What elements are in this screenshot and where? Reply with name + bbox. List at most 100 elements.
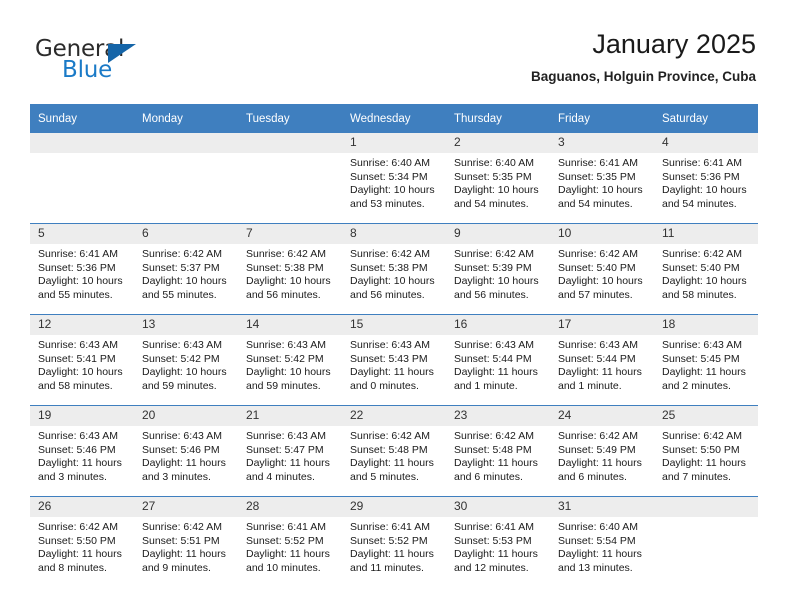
day-daylight-line-text: Daylight: 11 hours bbox=[662, 366, 746, 379]
calendar-day-cell[interactable]: 6 Sunrise: 6:42 AM Sunset: 5:37 PM Daylight… bbox=[134, 223, 238, 315]
day-sunset-text: Sunset: 5:45 PM bbox=[662, 352, 740, 365]
day-daylight-line-text: Daylight: 11 hours bbox=[350, 548, 434, 561]
day-sunset-text: Sunset: 5:46 PM bbox=[38, 443, 116, 456]
calendar-day-cell[interactable]: 20 Sunrise: 6:43 AM Sunset: 5:46 PM Dayligh… bbox=[134, 405, 238, 497]
day-daylight-line-text: Daylight: 10 hours bbox=[558, 275, 643, 288]
day-sunrise-text: Sunrise: 6:42 AM bbox=[350, 248, 430, 260]
day-sunrise-text: Sunrise: 6:43 AM bbox=[38, 339, 118, 351]
day-details: Sunrise: 6:42 AM Sunset: 5:49 PM Daylight:… bbox=[550, 426, 654, 484]
day-details: Sunrise: 6:41 AM Sunset: 5:52 PM Daylight:… bbox=[342, 517, 446, 575]
calendar-day-cell[interactable]: 7 Sunrise: 6:42 AM Sunset: 5:38 PM Daylight… bbox=[238, 223, 342, 315]
calendar-day-cell[interactable]: 2 Sunrise: 6:40 AM Sunset: 5:35 PM Daylight… bbox=[446, 133, 550, 224]
calendar-day-cell[interactable]: 29 Sunrise: 6:41 AM Sunset: 5:52 PM Dayligh… bbox=[342, 496, 446, 587]
calendar-day-cell[interactable]: 28 Sunrise: 6:41 AM Sunset: 5:52 PM Dayligh… bbox=[238, 496, 342, 587]
weekday-header-thursday: Thursday bbox=[446, 104, 550, 133]
calendar-day-cell[interactable]: 26 Sunrise: 6:42 AM Sunset: 5:50 PM Dayligh… bbox=[30, 496, 134, 587]
day-daylight-line-text: Daylight: 10 hours bbox=[38, 366, 123, 379]
day-daylight-line-text: Daylight: 11 hours bbox=[246, 548, 330, 561]
calendar-day-cell[interactable]: 23 Sunrise: 6:42 AM Sunset: 5:48 PM Dayligh… bbox=[446, 405, 550, 497]
day-daylight-line-text: Daylight: 11 hours bbox=[38, 457, 122, 470]
calendar-day-cell[interactable]: 30 Sunrise: 6:41 AM Sunset: 5:53 PM Dayligh… bbox=[446, 496, 550, 587]
calendar-day-cell[interactable]: 22 Sunrise: 6:42 AM Sunset: 5:48 PM Dayligh… bbox=[342, 405, 446, 497]
day-number bbox=[238, 133, 342, 153]
day-sunrise-text: Sunrise: 6:42 AM bbox=[142, 521, 222, 533]
day-daylight-line-text: Daylight: 11 hours bbox=[558, 366, 642, 379]
calendar-day-cell[interactable]: 3 Sunrise: 6:41 AM Sunset: 5:35 PM Daylight… bbox=[550, 133, 654, 224]
day-daylight-line-text: and 13 minutes. bbox=[558, 561, 633, 574]
day-daylight-line-text: Daylight: 11 hours bbox=[454, 457, 538, 470]
calendar-day-cell[interactable]: 10 Sunrise: 6:42 AM Sunset: 5:40 PM Dayligh… bbox=[550, 223, 654, 315]
calendar-day-cell[interactable]: 19 Sunrise: 6:43 AM Sunset: 5:46 PM Dayligh… bbox=[30, 405, 134, 497]
day-daylight-line-text: and 8 minutes. bbox=[38, 561, 107, 574]
day-number: 15 bbox=[342, 315, 446, 335]
day-daylight-line-text: and 56 minutes. bbox=[246, 288, 321, 301]
logo-text-blue: Blue bbox=[62, 57, 113, 83]
calendar-day-cell[interactable]: 4 Sunrise: 6:41 AM Sunset: 5:36 PM Daylight… bbox=[654, 133, 758, 224]
day-number: 14 bbox=[238, 315, 342, 335]
day-sunrise-text: Sunrise: 6:42 AM bbox=[662, 430, 742, 442]
day-daylight-line-text: Daylight: 10 hours bbox=[350, 275, 435, 288]
day-daylight-line-text: and 54 minutes. bbox=[558, 197, 633, 210]
logo-triangle-icon bbox=[108, 44, 136, 63]
calendar-day-cell[interactable]: 5 Sunrise: 6:41 AM Sunset: 5:36 PM Daylight… bbox=[30, 223, 134, 315]
generalblue-logo[interactable]: General Blue bbox=[35, 36, 165, 84]
calendar-day-cell[interactable]: 12 Sunrise: 6:43 AM Sunset: 5:41 PM Dayligh… bbox=[30, 314, 134, 406]
day-number: 17 bbox=[550, 315, 654, 335]
calendar-day-cell[interactable]: 8 Sunrise: 6:42 AM Sunset: 5:38 PM Daylight… bbox=[342, 223, 446, 315]
day-daylight-line-text: Daylight: 11 hours bbox=[142, 548, 226, 561]
weekday-header-saturday: Saturday bbox=[654, 104, 758, 133]
calendar-day-cell[interactable]: 9 Sunrise: 6:42 AM Sunset: 5:39 PM Daylight… bbox=[446, 223, 550, 315]
calendar-day-cell[interactable]: 16 Sunrise: 6:43 AM Sunset: 5:44 PM Dayligh… bbox=[446, 314, 550, 406]
day-details: Sunrise: 6:40 AM Sunset: 5:34 PM Daylight:… bbox=[342, 153, 446, 211]
day-daylight-line-text: and 55 minutes. bbox=[142, 288, 217, 301]
day-daylight-line-text: Daylight: 11 hours bbox=[350, 366, 434, 379]
day-daylight-line-text: Daylight: 11 hours bbox=[662, 457, 746, 470]
day-daylight-line-text: Daylight: 10 hours bbox=[246, 366, 331, 379]
day-daylight-line-text: Daylight: 10 hours bbox=[662, 275, 747, 288]
day-number: 11 bbox=[654, 224, 758, 244]
day-daylight-line-text: and 0 minutes. bbox=[350, 379, 419, 392]
calendar-week-row: 12 Sunrise: 6:43 AM Sunset: 5:41 PM Dayligh… bbox=[30, 314, 758, 406]
day-number: 26 bbox=[30, 497, 134, 517]
day-number: 2 bbox=[446, 133, 550, 153]
day-sunset-text: Sunset: 5:37 PM bbox=[142, 261, 220, 274]
page-title: January 2025 bbox=[592, 29, 756, 59]
day-sunset-text: Sunset: 5:52 PM bbox=[246, 534, 324, 547]
day-number: 31 bbox=[550, 497, 654, 517]
calendar-day-cell[interactable]: 14 Sunrise: 6:43 AM Sunset: 5:42 PM Dayligh… bbox=[238, 314, 342, 406]
day-daylight-line-text: and 59 minutes. bbox=[246, 379, 321, 392]
day-number: 13 bbox=[134, 315, 238, 335]
calendar-day-cell[interactable]: 1 Sunrise: 6:40 AM Sunset: 5:34 PM Daylight… bbox=[342, 133, 446, 224]
weekday-header-friday: Friday bbox=[550, 104, 654, 133]
calendar-day-cell[interactable]: 27 Sunrise: 6:42 AM Sunset: 5:51 PM Dayligh… bbox=[134, 496, 238, 587]
calendar-day-cell[interactable]: 24 Sunrise: 6:42 AM Sunset: 5:49 PM Dayligh… bbox=[550, 405, 654, 497]
day-sunset-text: Sunset: 5:35 PM bbox=[558, 170, 636, 183]
calendar-week-row: 19 Sunrise: 6:43 AM Sunset: 5:46 PM Dayligh… bbox=[30, 405, 758, 497]
day-daylight-line-text: Daylight: 11 hours bbox=[558, 457, 642, 470]
calendar-day-cell[interactable]: 18 Sunrise: 6:43 AM Sunset: 5:45 PM Dayligh… bbox=[654, 314, 758, 406]
calendar-day-cell[interactable]: 25 Sunrise: 6:42 AM Sunset: 5:50 PM Dayligh… bbox=[654, 405, 758, 497]
calendar-day-cell[interactable]: 11 Sunrise: 6:42 AM Sunset: 5:40 PM Dayligh… bbox=[654, 223, 758, 315]
calendar-day-cell[interactable]: 21 Sunrise: 6:43 AM Sunset: 5:47 PM Dayligh… bbox=[238, 405, 342, 497]
day-sunrise-text: Sunrise: 6:42 AM bbox=[454, 248, 534, 260]
calendar-day-cell[interactable]: 31 Sunrise: 6:40 AM Sunset: 5:54 PM Dayligh… bbox=[550, 496, 654, 587]
day-sunrise-text: Sunrise: 6:43 AM bbox=[142, 339, 222, 351]
day-sunset-text: Sunset: 5:36 PM bbox=[662, 170, 740, 183]
day-number: 18 bbox=[654, 315, 758, 335]
calendar-day-cell-empty bbox=[654, 496, 758, 587]
weekday-header-sunday: Sunday bbox=[30, 104, 134, 133]
day-sunset-text: Sunset: 5:50 PM bbox=[662, 443, 740, 456]
day-sunrise-text: Sunrise: 6:42 AM bbox=[558, 248, 638, 260]
day-sunset-text: Sunset: 5:42 PM bbox=[142, 352, 220, 365]
day-number: 25 bbox=[654, 406, 758, 426]
calendar-day-cell[interactable]: 17 Sunrise: 6:43 AM Sunset: 5:44 PM Dayligh… bbox=[550, 314, 654, 406]
calendar-day-cell[interactable]: 13 Sunrise: 6:43 AM Sunset: 5:42 PM Dayligh… bbox=[134, 314, 238, 406]
day-number: 28 bbox=[238, 497, 342, 517]
day-sunrise-text: Sunrise: 6:43 AM bbox=[558, 339, 638, 351]
day-details: Sunrise: 6:41 AM Sunset: 5:53 PM Daylight:… bbox=[446, 517, 550, 575]
day-details: Sunrise: 6:41 AM Sunset: 5:36 PM Daylight:… bbox=[654, 153, 758, 211]
day-sunrise-text: Sunrise: 6:41 AM bbox=[454, 521, 534, 533]
calendar-day-cell[interactable]: 15 Sunrise: 6:43 AM Sunset: 5:43 PM Dayligh… bbox=[342, 314, 446, 406]
day-details: Sunrise: 6:43 AM Sunset: 5:44 PM Daylight:… bbox=[550, 335, 654, 393]
day-sunset-text: Sunset: 5:51 PM bbox=[142, 534, 220, 547]
